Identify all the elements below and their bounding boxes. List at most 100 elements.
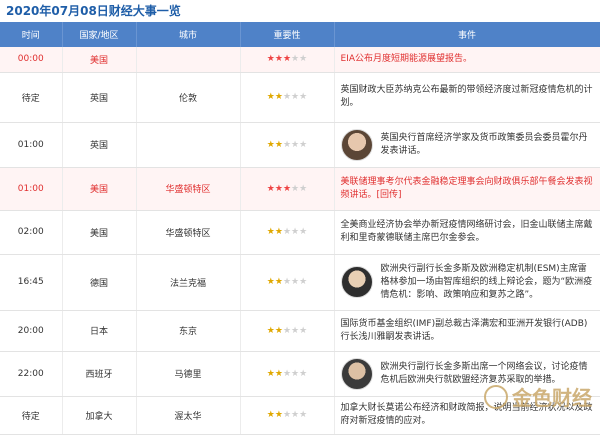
cell-importance: ★★★★★ bbox=[240, 122, 334, 167]
star-icon: ★ bbox=[275, 369, 283, 379]
table-row[interactable]: 20:00日本东京★★★★★国际货币基金组织(IMF)副总裁古泽满宏和亚洲开发银… bbox=[0, 310, 600, 351]
cell-time: 22:00 bbox=[0, 351, 62, 396]
star-icon: ★ bbox=[267, 369, 275, 379]
cell-city: 法兰克福 bbox=[136, 254, 240, 310]
star-icon: ★ bbox=[283, 184, 291, 194]
header-city: 城市 bbox=[136, 22, 240, 47]
cell-city: 伦敦 bbox=[136, 72, 240, 122]
star-icon: ★ bbox=[275, 184, 283, 194]
speaker-avatar bbox=[341, 358, 373, 390]
star-icon: ★ bbox=[275, 227, 283, 237]
star-icon: ★ bbox=[267, 410, 275, 420]
cell-city bbox=[136, 47, 240, 72]
header-country: 国家/地区 bbox=[62, 22, 136, 47]
table-row[interactable]: 16:45德国法兰克福★★★★★欧洲央行副行长金多斯及欧洲稳定机制(ESM)主席… bbox=[0, 254, 600, 310]
cell-event: 美联储理事考尔代表金融稳定理事会向财政俱乐部午餐会发表视频讲话。[回传] bbox=[334, 167, 600, 210]
speaker-avatar bbox=[341, 129, 373, 161]
cell-time: 00:00 bbox=[0, 47, 62, 72]
star-icon: ★ bbox=[291, 326, 299, 336]
header-event: 事件 bbox=[334, 22, 600, 47]
cell-country: 美国 bbox=[62, 210, 136, 254]
cell-time: 01:00 bbox=[0, 122, 62, 167]
cell-importance: ★★★★★ bbox=[240, 351, 334, 396]
cell-country: 英国 bbox=[62, 72, 136, 122]
table-header-row: 时间 国家/地区 城市 重要性 事件 bbox=[0, 22, 600, 47]
event-text: 英国财政大臣苏纳克公布最新的带领经济度过新冠疫情危机的计划。 bbox=[341, 85, 593, 108]
cell-event: 欧洲央行副行长金多斯及欧洲稳定机制(ESM)主席雷格林参加一场由智库组织的线上辩… bbox=[334, 254, 600, 310]
cell-city: 马德里 bbox=[136, 351, 240, 396]
cell-city: 渥太华 bbox=[136, 396, 240, 434]
table-row[interactable]: 待定英国伦敦★★★★★ 英国财政大臣苏纳克公布最新的带领经济度过新冠疫情危机的计划… bbox=[0, 72, 600, 122]
star-icon: ★ bbox=[291, 369, 299, 379]
star-icon: ★ bbox=[275, 277, 283, 287]
star-icon: ★ bbox=[275, 92, 283, 102]
star-icon: ★ bbox=[291, 410, 299, 420]
star-icon: ★ bbox=[283, 140, 291, 150]
cell-time: 01:00 bbox=[0, 167, 62, 210]
cell-country: 英国 bbox=[62, 122, 136, 167]
event-text: 英国央行首席经济学家及货币政策委员会委员霍尔丹发表讲话。 bbox=[381, 133, 588, 156]
cell-event: 英国财政大臣苏纳克公布最新的带领经济度过新冠疫情危机的计划。 bbox=[334, 72, 600, 122]
cell-country: 德国 bbox=[62, 254, 136, 310]
speaker-avatar bbox=[341, 266, 373, 298]
star-icon: ★ bbox=[299, 184, 307, 194]
star-icon: ★ bbox=[267, 140, 275, 150]
star-icon: ★ bbox=[299, 54, 307, 64]
cell-time: 16:45 bbox=[0, 254, 62, 310]
cell-country: 加拿大 bbox=[62, 396, 136, 434]
star-icon: ★ bbox=[275, 54, 283, 64]
star-icon: ★ bbox=[299, 326, 307, 336]
header-time: 时间 bbox=[0, 22, 62, 47]
star-icon: ★ bbox=[267, 326, 275, 336]
cell-importance: ★★★★★ bbox=[240, 310, 334, 351]
star-icon: ★ bbox=[275, 326, 283, 336]
star-icon: ★ bbox=[291, 54, 299, 64]
star-icon: ★ bbox=[275, 140, 283, 150]
watermark-text: 金色财经 bbox=[512, 382, 592, 411]
star-icon: ★ bbox=[299, 140, 307, 150]
jinse-logo-icon bbox=[484, 385, 508, 409]
star-icon: ★ bbox=[283, 410, 291, 420]
page-title: 2020年07月08日财经大事一览 bbox=[0, 0, 600, 22]
star-icon: ★ bbox=[291, 277, 299, 287]
star-icon: ★ bbox=[283, 92, 291, 102]
star-icon: ★ bbox=[283, 54, 291, 64]
cell-city bbox=[136, 122, 240, 167]
cell-importance: ★★★★★ bbox=[240, 167, 334, 210]
cell-country: 日本 bbox=[62, 310, 136, 351]
cell-time: 待定 bbox=[0, 72, 62, 122]
cell-importance: ★★★★★ bbox=[240, 72, 334, 122]
cell-time: 待定 bbox=[0, 396, 62, 434]
table-row[interactable]: 01:00英国★★★★★英国央行首席经济学家及货币政策委员会委员霍尔丹发表讲话。 bbox=[0, 122, 600, 167]
star-icon: ★ bbox=[283, 227, 291, 237]
star-icon: ★ bbox=[267, 184, 275, 194]
cell-time: 20:00 bbox=[0, 310, 62, 351]
star-icon: ★ bbox=[283, 277, 291, 287]
table-row[interactable]: 02:00美国华盛顿特区★★★★★全美商业经济协会举办新冠疫情网络研讨会，旧金山… bbox=[0, 210, 600, 254]
table-row[interactable]: 00:00美国★★★★★EIA公布月度短期能源展望报告。 bbox=[0, 47, 600, 72]
star-icon: ★ bbox=[299, 410, 307, 420]
events-table: 时间 国家/地区 城市 重要性 事件 00:00美国★★★★★EIA公布月度短期… bbox=[0, 22, 600, 435]
star-icon: ★ bbox=[283, 369, 291, 379]
cell-event: 全美商业经济协会举办新冠疫情网络研讨会，旧金山联储主席戴利和里奇蒙德联储主席巴尔… bbox=[334, 210, 600, 254]
table-row[interactable]: 01:00美国华盛顿特区★★★★★美联储理事考尔代表金融稳定理事会向财政俱乐部午… bbox=[0, 167, 600, 210]
cell-country: 西班牙 bbox=[62, 351, 136, 396]
cell-importance: ★★★★★ bbox=[240, 396, 334, 434]
star-icon: ★ bbox=[291, 227, 299, 237]
star-icon: ★ bbox=[291, 140, 299, 150]
cell-importance: ★★★★★ bbox=[240, 254, 334, 310]
star-icon: ★ bbox=[267, 54, 275, 64]
star-icon: ★ bbox=[267, 227, 275, 237]
star-icon: ★ bbox=[299, 92, 307, 102]
cell-city: 东京 bbox=[136, 310, 240, 351]
event-link[interactable]: [回传] bbox=[377, 190, 402, 200]
star-icon: ★ bbox=[283, 326, 291, 336]
event-text: EIA公布月度短期能源展望报告。 bbox=[341, 54, 473, 64]
star-icon: ★ bbox=[299, 369, 307, 379]
star-icon: ★ bbox=[291, 184, 299, 194]
cell-country: 美国 bbox=[62, 47, 136, 72]
cell-country: 美国 bbox=[62, 167, 136, 210]
star-icon: ★ bbox=[299, 277, 307, 287]
star-icon: ★ bbox=[267, 277, 275, 287]
star-icon: ★ bbox=[291, 92, 299, 102]
